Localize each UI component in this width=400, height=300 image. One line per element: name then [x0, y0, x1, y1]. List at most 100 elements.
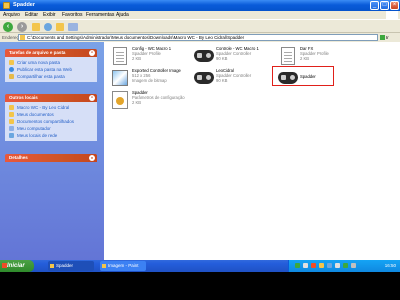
file-info: Spadder Parâmetros de configuração 2 KB	[132, 90, 185, 106]
task-label: Compartilhar esta pasta	[17, 74, 65, 79]
chevron-up-icon[interactable]: ^	[89, 95, 95, 101]
views-icon[interactable]	[68, 23, 78, 31]
address-path: C:\Documents and Settings\Administrador\…	[27, 35, 245, 40]
task-label: Criar uma nova pasta	[17, 60, 61, 65]
panel-title: Tarefas de arquivo e pasta	[9, 50, 66, 55]
panel-title: Outros locais	[9, 95, 38, 100]
place-network[interactable]: Meus locais de rede	[8, 132, 94, 139]
gamepad-icon	[194, 46, 214, 66]
panel-header[interactable]: Outros locais ^	[5, 94, 97, 102]
menu-help[interactable]: Ajuda	[116, 12, 129, 18]
place-parent-folder[interactable]: Macro WC - By Leo Cidral	[8, 104, 94, 111]
up-folder-icon[interactable]	[32, 23, 40, 31]
back-arrow-icon: ‹	[6, 23, 10, 30]
panel-header[interactable]: Detalhes v	[5, 154, 97, 162]
panel-title: Detalhes	[9, 155, 28, 160]
place-my-computer[interactable]: Meu computador	[8, 125, 94, 132]
file-item[interactable]: LeoCidral Spadder Controller 90 KB	[190, 66, 276, 92]
screen-border	[0, 272, 400, 300]
file-info: Config - WC Macro 1 Spadder Profile 2 KB	[132, 46, 171, 62]
tray-icon[interactable]	[319, 263, 324, 268]
task-share-folder[interactable]: Compartilhar esta pasta	[8, 73, 94, 80]
search-icon[interactable]	[44, 23, 52, 31]
place-my-documents[interactable]: Meus documentos	[8, 111, 94, 118]
window-title: Spadder	[13, 2, 36, 8]
tray-icon[interactable]	[335, 263, 340, 268]
document-icon	[278, 46, 298, 66]
start-button[interactable]: Iniciar	[0, 260, 34, 272]
config-icon	[110, 90, 130, 110]
system-tray: 16:50	[288, 260, 400, 272]
menu-view[interactable]: Exibir	[43, 12, 56, 18]
volume-icon[interactable]	[351, 263, 356, 268]
document-icon	[110, 46, 130, 66]
details-panel: Detalhes v	[5, 154, 97, 162]
file-info: Dar FX Spadder Profile 2 KB	[300, 46, 329, 62]
taskbar-button-explorer[interactable]: Spadder	[48, 261, 94, 271]
gamepad-icon	[278, 68, 298, 88]
folder-icon	[3, 2, 10, 9]
file-size: 2 KB	[300, 56, 310, 62]
file-info: LeoCidral Spadder Controller 90 KB	[216, 68, 251, 84]
file-name: Spadder	[300, 74, 316, 79]
title-bar: Spadder _ □ ×	[0, 0, 400, 11]
menu-file[interactable]: Arquivo	[3, 12, 20, 18]
place-label: Meus locais de rede	[17, 133, 58, 138]
file-size: 90 KB	[216, 56, 228, 62]
chevron-up-icon[interactable]: ^	[89, 50, 95, 56]
menu-edit[interactable]: Editar	[25, 12, 38, 18]
share-icon	[9, 74, 14, 79]
forward-button[interactable]: ›	[17, 22, 27, 32]
chevron-down-icon[interactable]: v	[89, 155, 95, 161]
go-button[interactable]: Ir	[380, 34, 398, 41]
forward-arrow-icon: ›	[20, 23, 24, 30]
start-label: Iniciar	[7, 263, 25, 269]
taskbar-button-paint[interactable]: Imagem - Paint	[100, 261, 146, 271]
documents-folder-icon	[9, 112, 14, 117]
task-label: Publicar esta pasta na Web	[17, 67, 72, 72]
tray-icon[interactable]	[343, 263, 348, 268]
taskbar-button-label: Imagem - Paint	[108, 263, 139, 268]
task-new-folder[interactable]: Criar uma nova pasta	[8, 59, 94, 66]
panel-header[interactable]: Tarefas de arquivo e pasta ^	[5, 49, 97, 57]
address-bar: Endereço C:\Documents and Settings\Admin…	[0, 33, 400, 42]
taskbar-button-label: Spadder	[56, 263, 74, 268]
file-type: Imagem de bitmap	[132, 78, 167, 84]
place-label: Documentos compartilhados	[17, 119, 75, 124]
file-item-selected[interactable]: Spadder	[274, 66, 360, 92]
network-icon	[9, 133, 14, 138]
file-info: Spadder	[300, 74, 316, 79]
gamepad-icon	[194, 68, 214, 88]
tray-icon[interactable]	[311, 263, 316, 268]
shared-folder-icon	[9, 119, 14, 124]
close-button[interactable]: ×	[390, 1, 399, 10]
new-folder-icon	[9, 60, 14, 65]
panel-body: Macro WC - By Leo Cidral Meus documentos…	[5, 102, 97, 141]
file-size: 90 KB	[216, 78, 228, 84]
file-size: 2 KB	[132, 100, 142, 106]
tray-icon[interactable]	[303, 263, 308, 268]
tray-icon[interactable]	[327, 263, 332, 268]
place-label: Meus documentos	[17, 112, 54, 117]
windows-logo-icon	[386, 11, 398, 19]
image-icon	[110, 68, 130, 88]
folders-icon[interactable]	[56, 23, 64, 31]
back-button[interactable]: ‹	[3, 22, 13, 32]
task-publish-web[interactable]: Publicar esta pasta na Web	[8, 66, 94, 73]
file-list: Config - WC Macro 1 Spadder Profile 2 KB…	[104, 42, 400, 260]
tray-icon[interactable]	[295, 263, 300, 268]
menu-tools[interactable]: Ferramentas	[86, 12, 114, 18]
menu-bar: Arquivo Editar Exibir Favoritos Ferramen…	[0, 11, 400, 19]
minimize-button[interactable]: _	[370, 1, 379, 10]
address-field[interactable]: C:\Documents and Settings\Administrador\…	[18, 34, 378, 41]
maximize-button[interactable]: □	[380, 1, 389, 10]
place-shared-documents[interactable]: Documentos compartilhados	[8, 118, 94, 125]
panel-body: Criar uma nova pasta Publicar esta pasta…	[5, 57, 97, 82]
other-places-panel: Outros locais ^ Macro WC - By Leo Cidral…	[5, 94, 97, 141]
file-item[interactable]: Spadder Parâmetros de configuração 2 KB	[106, 88, 192, 114]
file-size: 2 KB	[132, 56, 142, 62]
clock[interactable]: 16:50	[385, 260, 396, 272]
menu-favorites[interactable]: Favoritos	[62, 12, 83, 18]
toolbar: ‹ ›	[0, 19, 400, 33]
place-label: Meu computador	[17, 126, 51, 131]
